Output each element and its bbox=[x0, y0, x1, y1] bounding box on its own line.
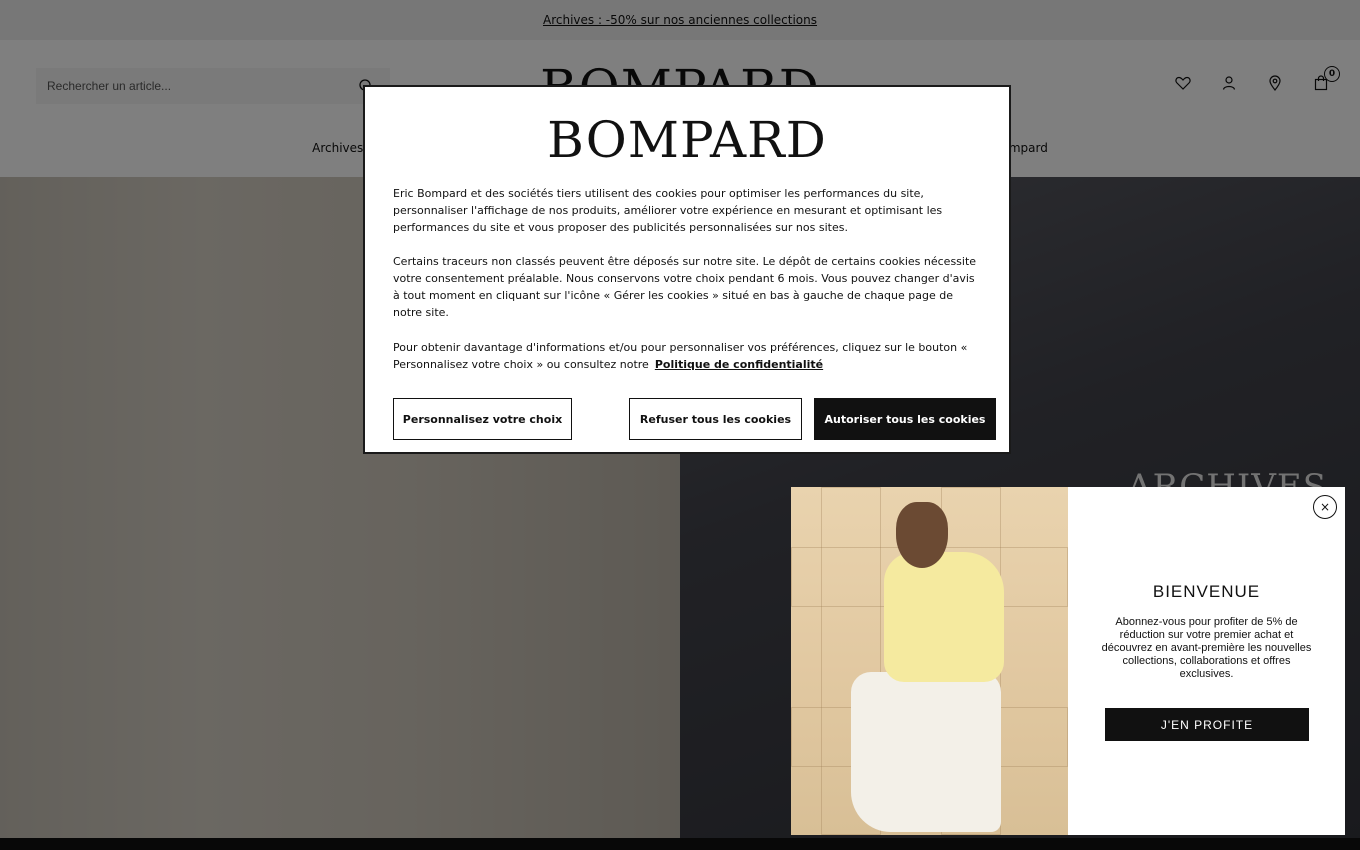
close-popup-button[interactable]: × bbox=[1313, 495, 1337, 519]
cookie-text-3: Pour obtenir davantage d'informations et… bbox=[393, 339, 983, 373]
cookie-consent-dialog: BOMPARD Eric Bompard et des sociétés tie… bbox=[363, 85, 1011, 454]
customize-cookies-button[interactable]: Personnalisez votre choix bbox=[393, 398, 572, 440]
cookie-text-1: Eric Bompard et des sociétés tiers utili… bbox=[393, 187, 943, 234]
newsletter-popup-image bbox=[791, 487, 1068, 835]
cookie-text-2: Certains traceurs non classés peuvent êt… bbox=[393, 255, 977, 319]
subscribe-button[interactable]: J'EN PROFITE bbox=[1105, 708, 1309, 741]
cookie-dialog-logo: BOMPARD bbox=[547, 111, 827, 169]
privacy-policy-link[interactable]: Politique de confidentialité bbox=[655, 358, 823, 371]
accept-cookies-button[interactable]: Autoriser tous les cookies bbox=[814, 398, 996, 440]
newsletter-popup: × BIENVENUE Abonnez-vous pour profiter d… bbox=[791, 487, 1345, 835]
popup-text: Abonnez-vous pour profiter de 5% de rédu… bbox=[1101, 616, 1312, 680]
refuse-cookies-button[interactable]: Refuser tous les cookies bbox=[629, 398, 802, 440]
popup-title: BIENVENUE bbox=[1152, 582, 1261, 601]
